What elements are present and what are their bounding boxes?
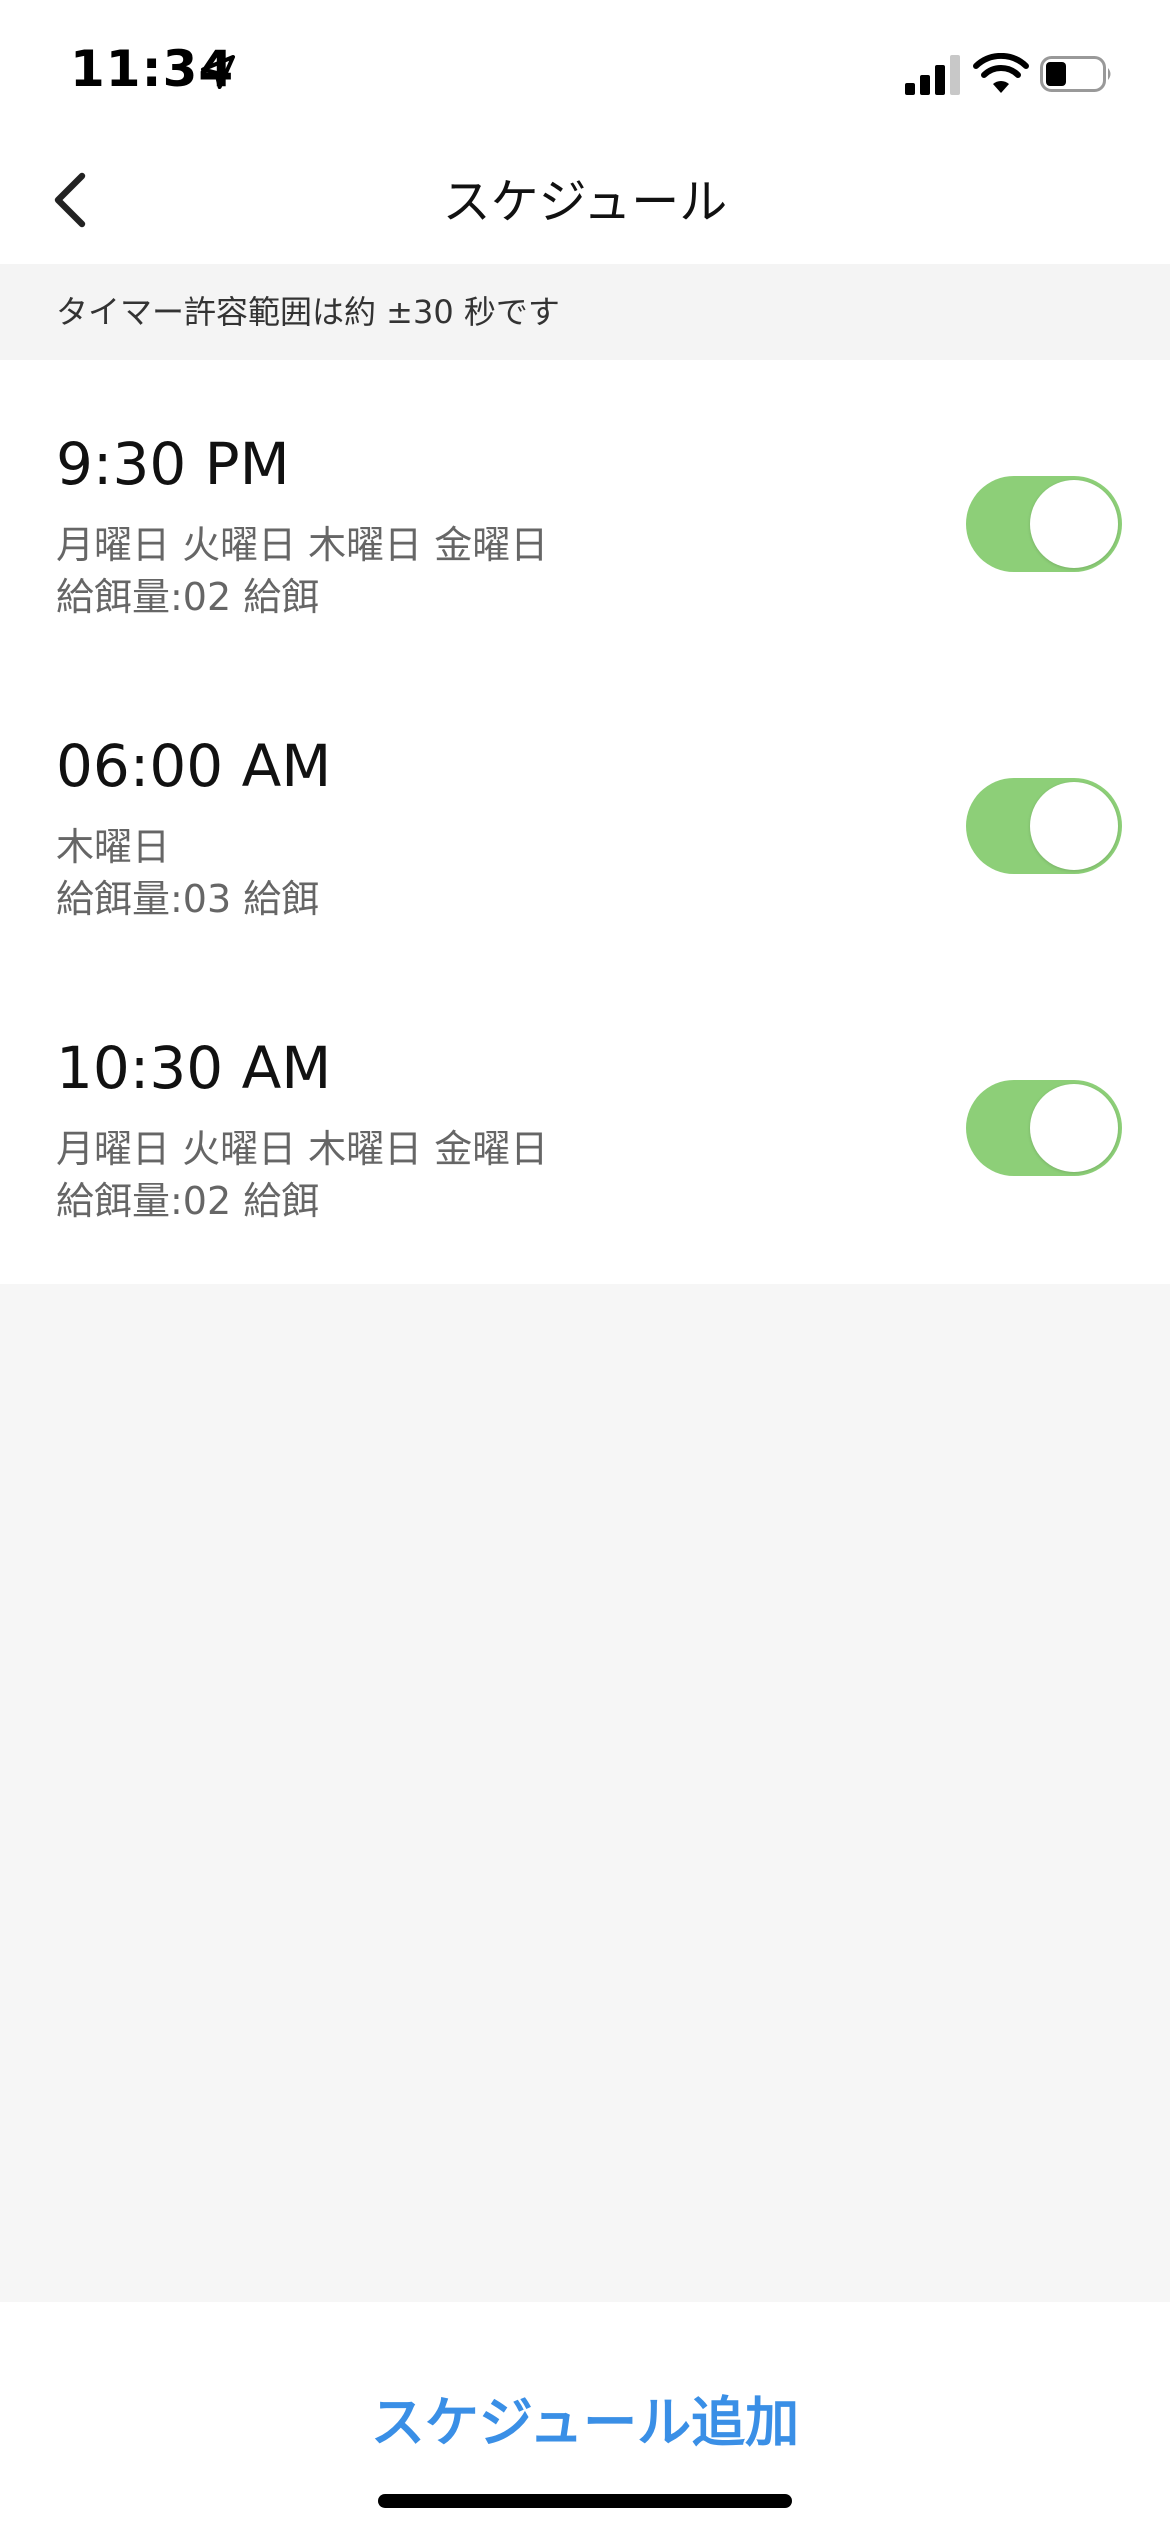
toggle-knob <box>1030 782 1118 870</box>
empty-area <box>0 1284 1170 2302</box>
schedule-days: 月曜日 火曜日 木曜日 金曜日 <box>56 1127 549 1171</box>
schedule-enable-toggle[interactable] <box>966 778 1122 874</box>
timer-tolerance-notice: タイマー許容範囲は約 ±30 秒です <box>0 264 1170 360</box>
schedule-enable-toggle[interactable] <box>966 1080 1122 1176</box>
wifi-icon <box>973 53 1029 93</box>
cellular-signal-icon <box>905 55 960 95</box>
schedule-time: 10:30 AM <box>56 1034 332 1102</box>
schedule-list: 9:30 PM 月曜日 火曜日 木曜日 金曜日 給餌量:02 給餌 06:00 … <box>0 360 1170 1284</box>
notice-text: タイマー許容範囲は約 ±30 秒です <box>56 293 560 331</box>
toggle-knob <box>1030 480 1118 568</box>
schedule-days: 木曜日 <box>56 825 171 869</box>
schedule-days: 月曜日 火曜日 木曜日 金曜日 <box>56 523 549 567</box>
back-button[interactable] <box>30 160 110 240</box>
schedule-time: 06:00 AM <box>56 732 332 800</box>
schedule-feed-amount: 給餌量:03 給餌 <box>56 877 320 921</box>
schedule-feed-amount: 給餌量:02 給餌 <box>56 1179 320 1223</box>
schedule-item[interactable]: 10:30 AM 月曜日 火曜日 木曜日 金曜日 給餌量:02 給餌 <box>0 968 1170 1272</box>
nav-bar: スケジュール <box>0 140 1170 264</box>
schedule-item[interactable]: 9:30 PM 月曜日 火曜日 木曜日 金曜日 給餌量:02 給餌 <box>0 360 1170 664</box>
toggle-knob <box>1030 1084 1118 1172</box>
schedule-enable-toggle[interactable] <box>966 476 1122 572</box>
status-bar: 11:34 <box>0 0 1170 140</box>
chevron-left-icon <box>54 172 86 228</box>
home-indicator[interactable] <box>378 2494 792 2508</box>
battery-icon <box>1040 56 1111 92</box>
page-title: スケジュール <box>442 174 728 230</box>
location-arrow-icon <box>201 55 235 89</box>
schedule-item[interactable]: 06:00 AM 木曜日 給餌量:03 給餌 <box>0 664 1170 968</box>
schedule-feed-amount: 給餌量:02 給餌 <box>56 575 320 619</box>
add-schedule-button[interactable]: スケジュール追加 <box>0 2378 1170 2457</box>
bottom-bar: スケジュール追加 <box>0 2302 1170 2532</box>
schedule-time: 9:30 PM <box>56 430 290 498</box>
